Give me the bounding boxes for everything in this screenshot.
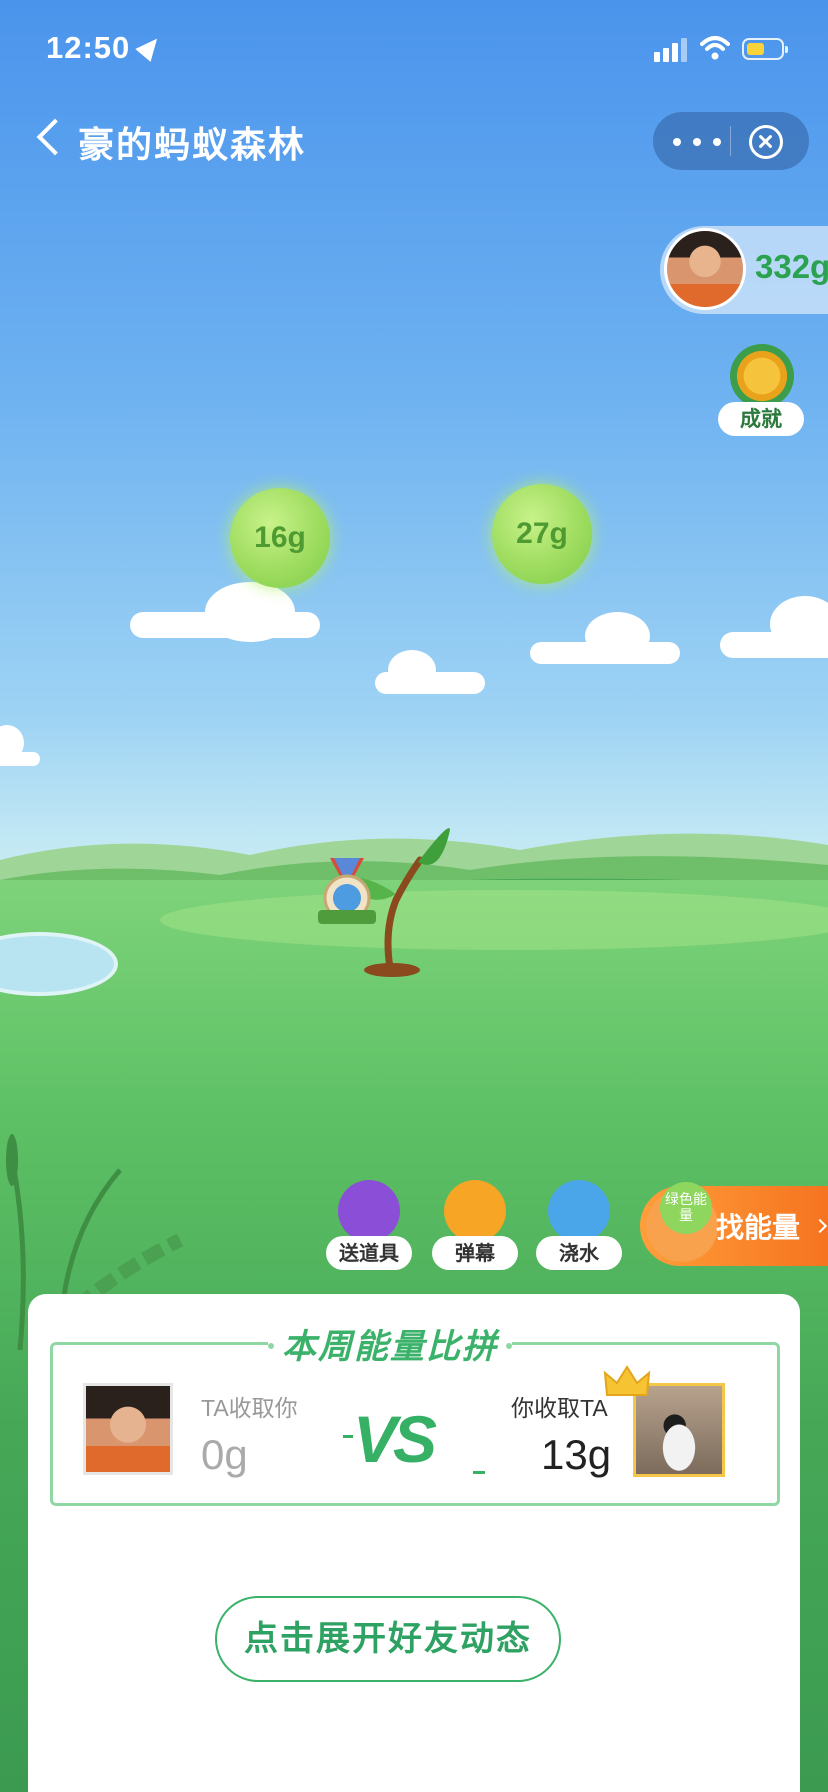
cloud (585, 612, 650, 660)
vs-dash (473, 1471, 485, 1474)
ant-forest-screen: 12:50 豪的蚂蚁森林 332g 成就 16g 27g 送道具 弹幕 浇水 绿… (0, 0, 828, 1792)
water-label: 浇水 (536, 1236, 622, 1270)
vs-dash (343, 1435, 353, 1438)
send-prop-button[interactable]: 送道具 (326, 1180, 412, 1272)
status-time: 12:50 (46, 30, 131, 65)
battery-icon (742, 38, 788, 60)
cloud (205, 582, 295, 642)
you-collected-ta-value: 13g (541, 1431, 612, 1478)
total-energy-value: 332g (755, 248, 828, 285)
friend-avatar[interactable] (83, 1383, 173, 1475)
achievement-badge-icon (730, 344, 794, 408)
watering-can-icon (548, 1180, 610, 1242)
lawn-highlight (160, 890, 828, 950)
location-arrow-icon (135, 32, 165, 62)
find-energy-label: 找能量 (716, 1211, 801, 1244)
capsule-divider (730, 126, 731, 156)
close-icon[interactable] (749, 125, 783, 159)
weekly-energy-compare-card: 本周能量比拼 TA收取你 0g VS 你收取TA 13g (50, 1319, 780, 1506)
bullet-chat-label: 弹幕 (432, 1236, 518, 1270)
page-title: 豪的蚂蚁森林 (78, 125, 307, 166)
gift-icon (338, 1180, 400, 1242)
bullet-chat-icon (444, 1180, 506, 1242)
expand-friend-feed-button[interactable]: 点击展开好友动态 (215, 1596, 561, 1682)
you-collected-ta-label: 你收取TA (511, 1395, 608, 1421)
achievement-button[interactable]: 成就 (718, 344, 806, 440)
bullet-chat-button[interactable]: 弹幕 (432, 1180, 518, 1272)
back-icon[interactable] (36, 118, 74, 156)
friend-panel: 本周能量比拼 TA收取你 0g VS 你收取TA 13g 点击展开好友动态 (28, 1294, 800, 1792)
status-bar: 12:50 (0, 0, 828, 96)
energy-ball[interactable]: 16g (230, 488, 330, 588)
water-button[interactable]: 浇水 (536, 1180, 622, 1272)
signal-icon (654, 38, 690, 62)
more-icon[interactable] (673, 138, 723, 146)
cloud (388, 650, 436, 690)
wifi-icon (700, 36, 730, 60)
vs-mark: VS (353, 1402, 437, 1476)
chevron-right-icon (812, 1218, 828, 1234)
send-prop-label: 送道具 (326, 1236, 412, 1270)
vs-card-title: 本周能量比拼 (268, 1319, 512, 1368)
find-energy-button[interactable]: 绿色能量 找能量 (640, 1182, 828, 1266)
earth-guardian-medal-icon[interactable] (312, 858, 382, 930)
miniapp-capsule (653, 112, 809, 170)
energy-ball[interactable]: 27g (492, 484, 592, 584)
owner-avatar[interactable] (664, 228, 746, 310)
green-energy-badge: 绿色能量 (660, 1182, 712, 1234)
ta-collected-you-value: 0g (201, 1431, 248, 1478)
ta-collected-you-label: TA收取你 (201, 1395, 298, 1421)
achievement-label: 成就 (718, 402, 804, 436)
crown-icon (603, 1365, 651, 1396)
